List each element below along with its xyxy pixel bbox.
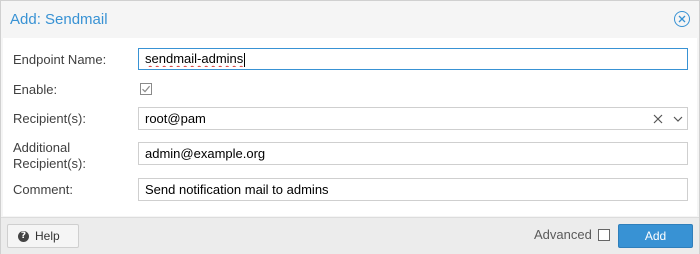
endpoint-name-label: Endpoint Name: (13, 52, 107, 67)
checkmark-icon (142, 85, 151, 93)
recipients-label: Recipient(s): (13, 111, 86, 126)
comment-label: Comment: (13, 182, 73, 197)
dialog-header: Add: Sendmail (1, 1, 699, 37)
recipients-combo-icons (653, 114, 683, 124)
add-button-label: Add (644, 229, 667, 243)
help-button-label: Help (35, 229, 60, 243)
advanced-toggle[interactable]: Advanced (534, 227, 610, 242)
chevron-down-icon[interactable] (673, 116, 683, 122)
help-button[interactable]: ? Help (7, 224, 79, 248)
additional-recipients-value: admin@example.org (145, 146, 266, 161)
close-circle-icon (678, 15, 686, 23)
endpoint-name-value-wrap: sendmail-admins (145, 51, 681, 67)
additional-recipients-label: Additional Recipient(s): (13, 140, 86, 172)
advanced-checkbox[interactable] (597, 228, 610, 241)
enable-checkbox[interactable] (140, 83, 152, 95)
additional-recipients-label-line2: Recipient(s): (13, 156, 86, 171)
comment-input[interactable]: Send notification mail to admins (138, 178, 688, 201)
add-button[interactable]: Add (618, 224, 693, 248)
question-circle-icon: ? (18, 230, 29, 242)
recipients-value: root@pam (145, 111, 206, 126)
close-button[interactable] (674, 11, 690, 27)
dialog-footer: ? Help Advanced Add (1, 217, 699, 254)
endpoint-name-input[interactable]: sendmail-admins (138, 48, 688, 70)
additional-recipients-input[interactable]: admin@example.org (138, 142, 688, 165)
recipients-combobox[interactable]: root@pam (138, 107, 688, 130)
clear-x-icon[interactable] (653, 114, 663, 124)
endpoint-name-value: sendmail-admins (145, 51, 244, 67)
dialog-title: Add: Sendmail (10, 10, 108, 28)
add-sendmail-dialog: Add: Sendmail Endpoint Name: sendmail-ad… (0, 0, 700, 254)
comment-value: Send notification mail to admins (145, 182, 329, 197)
text-caret (244, 52, 246, 67)
advanced-label: Advanced (534, 227, 592, 242)
additional-recipients-label-line1: Additional (13, 140, 71, 155)
enable-label: Enable: (13, 82, 58, 97)
form-body: Endpoint Name: sendmail-admins Enable: R… (3, 38, 697, 216)
